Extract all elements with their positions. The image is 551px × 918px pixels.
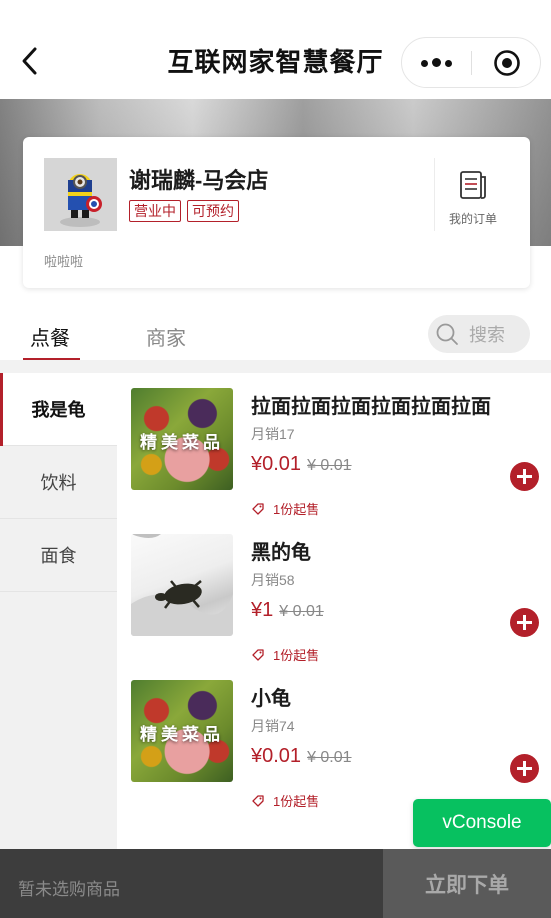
product-item[interactable]: 黑的龟 月销58 ¥1 ¥ 0.01 1份起售: [117, 519, 551, 665]
search-button[interactable]: 搜索: [428, 315, 530, 353]
nav-bar: 互联网家智慧餐厅: [0, 0, 551, 99]
search-placeholder: 搜索: [469, 325, 505, 345]
status-badge-open: 营业中: [129, 200, 181, 222]
add-to-cart-button[interactable]: [510, 608, 539, 637]
more-dots-icon: [419, 54, 454, 72]
category-item-drinks[interactable]: 饮料: [0, 446, 117, 519]
status-badge-reservable: 可预约: [187, 200, 239, 222]
my-orders-label: 我的订单: [448, 212, 497, 226]
product-price: ¥0.01: [251, 745, 302, 767]
shop-info-card: 谢瑞麟-马会店 营业中 可预约 啦啦啦 我的订单: [23, 137, 530, 288]
product-price: ¥1: [251, 599, 274, 621]
product-name: 拉面拉面拉面拉面拉面拉面: [251, 396, 491, 418]
my-orders-button[interactable]: 我的订单: [439, 169, 507, 227]
product-name: 小龟: [251, 688, 291, 710]
product-item[interactable]: 精美菜品 拉面拉面拉面拉面拉面拉面 月销17 ¥0.01 ¥ 0.01 1份起售: [117, 373, 551, 519]
tag-icon: [252, 794, 264, 807]
shop-logo: [44, 158, 117, 231]
product-price: ¥0.01: [251, 453, 302, 475]
product-name: 黑的龟: [251, 542, 311, 564]
product-price-row: ¥0.01 ¥ 0.01: [251, 453, 352, 476]
product-list: 精美菜品 拉面拉面拉面拉面拉面拉面 月销17 ¥0.01 ¥ 0.01 1份起售: [117, 373, 551, 849]
product-original-price: ¥ 0.01: [307, 749, 352, 766]
product-image-caption: 精美菜品: [140, 433, 224, 452]
category-sidebar: 我是龟 饮料 面食: [0, 373, 117, 849]
shop-description: 啦啦啦: [44, 254, 84, 269]
product-original-price: ¥ 0.01: [279, 603, 324, 620]
product-monthly-sales: 月销74: [251, 718, 295, 734]
tab-merchant[interactable]: 商家: [146, 322, 186, 351]
divider: [434, 158, 435, 231]
tab-bar: 点餐 商家 搜索: [0, 308, 551, 360]
product-image: [131, 534, 233, 636]
product-image-caption: 精美菜品: [140, 725, 224, 744]
category-item-turtle[interactable]: 我是龟: [0, 373, 117, 446]
min-order-row: 1份起售: [251, 499, 319, 518]
min-order-label: 1份起售: [273, 502, 320, 517]
product-item[interactable]: 精美菜品 小龟 月销74 ¥0.01 ¥ 0.01 1份起售: [117, 665, 551, 811]
place-order-button[interactable]: 立即下单: [383, 849, 551, 918]
product-original-price: ¥ 0.01: [307, 457, 352, 474]
tag-icon: [252, 502, 264, 515]
min-order-row: 1份起售: [251, 645, 319, 664]
add-to-cart-button[interactable]: [510, 462, 539, 491]
category-item-noodles[interactable]: 面食: [0, 519, 117, 592]
min-order-label: 1份起售: [273, 648, 320, 663]
product-price-row: ¥1 ¥ 0.01: [251, 599, 324, 622]
min-order-label: 1份起售: [273, 794, 320, 809]
order-document-icon: [460, 171, 486, 199]
product-image: 精美菜品: [131, 388, 233, 490]
checkout-bar: 暂未选购商品 立即下单: [0, 849, 551, 918]
cart-status-text: 暂未选购商品: [18, 880, 120, 899]
product-monthly-sales: 月销58: [251, 572, 295, 588]
more-button[interactable]: [402, 38, 471, 87]
tag-icon: [252, 648, 264, 661]
vconsole-button[interactable]: vConsole: [413, 799, 551, 847]
product-monthly-sales: 月销17: [251, 426, 295, 442]
mini-program-capsule: [401, 37, 541, 88]
close-mini-program-button[interactable]: [472, 38, 541, 87]
section-spacer: [0, 360, 551, 373]
add-to-cart-button[interactable]: [510, 754, 539, 783]
product-image: 精美菜品: [131, 680, 233, 782]
tab-order[interactable]: 点餐: [30, 322, 70, 351]
target-icon: [493, 49, 520, 76]
shop-status-tags: 营业中 可预约: [129, 200, 239, 222]
min-order-row: 1份起售: [251, 791, 319, 810]
search-icon: [436, 323, 458, 345]
product-price-row: ¥0.01 ¥ 0.01: [251, 745, 352, 768]
shop-name: 谢瑞麟-马会店: [129, 168, 269, 193]
